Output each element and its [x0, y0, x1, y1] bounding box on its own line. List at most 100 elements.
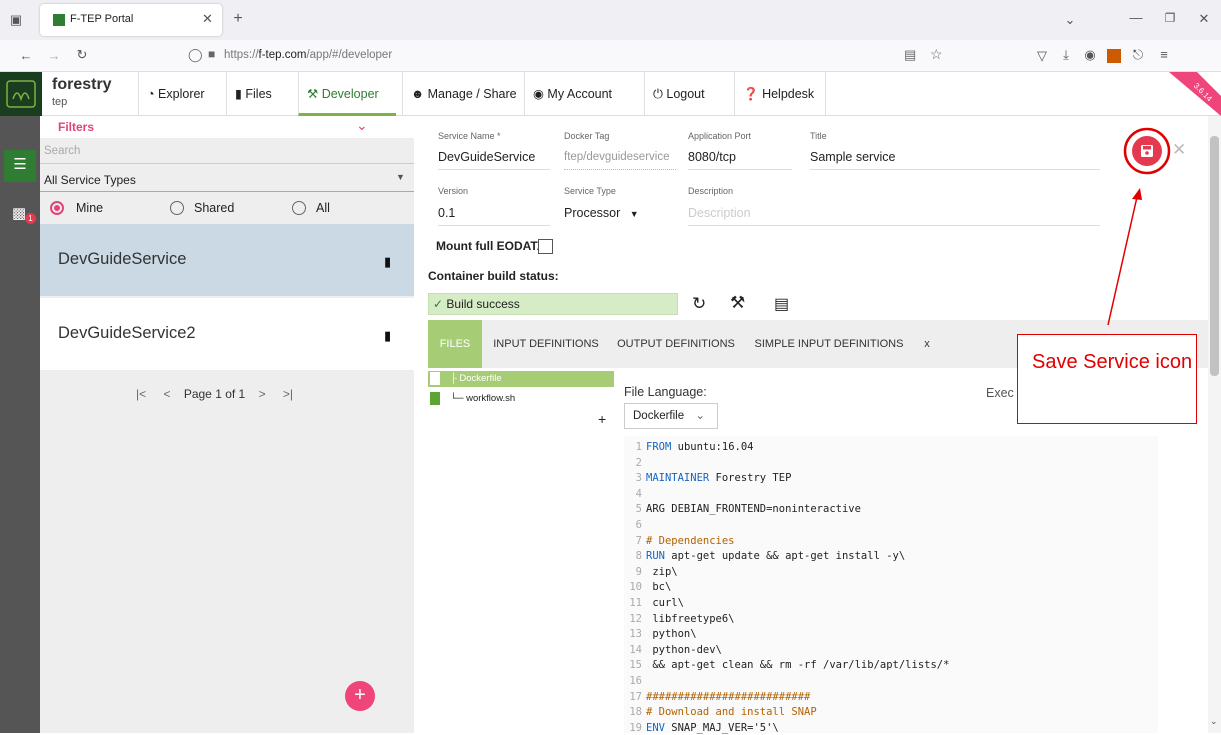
- line-number: 8: [635, 550, 642, 563]
- service-type-select[interactable]: Processor ▼: [564, 202, 676, 226]
- nav-developer-label: Developer: [321, 87, 379, 101]
- pocket-icon[interactable]: ▽: [1034, 48, 1050, 64]
- service-item[interactable]: DevGuideService ▮: [40, 224, 414, 296]
- reload-icon[interactable]: ↻: [74, 47, 90, 63]
- browser-tab[interactable]: F-TEP Portal ✕: [40, 4, 222, 36]
- prev-page-icon[interactable]: <: [163, 387, 170, 401]
- downloads-icon[interactable]: ⤓: [1058, 47, 1074, 63]
- line-number: 10: [629, 581, 642, 594]
- title-field[interactable]: Sample service: [810, 146, 1100, 170]
- save-service-button[interactable]: [1132, 136, 1162, 166]
- nav-manage-share[interactable]: ☻ Manage / Share: [402, 72, 524, 116]
- service-editor: Service Name * DevGuideService Docker Ta…: [414, 116, 1210, 734]
- line-number: 4: [635, 487, 642, 500]
- exec-label: Exec: [986, 386, 1014, 400]
- tab-files[interactable]: FILES: [428, 320, 482, 368]
- add-file-icon[interactable]: +: [598, 411, 606, 427]
- code-text: bc\: [646, 581, 672, 594]
- file-item[interactable]: └─ workflow.sh: [428, 391, 614, 407]
- code-line: 15 && apt-get clean && rm -rf /var/lib/a…: [624, 658, 949, 672]
- rebuild-icon[interactable]: ↻: [692, 294, 706, 314]
- chat-icon[interactable]: ▩: [12, 204, 26, 222]
- tab-output-definitions[interactable]: OUTPUT DEFINITIONS: [610, 320, 742, 368]
- folder-icon: ▮: [235, 87, 242, 101]
- restore-icon[interactable]: ❐: [1162, 11, 1178, 25]
- docker-tag-field: ftep/devguideservice: [564, 146, 676, 170]
- description-field[interactable]: Description: [688, 202, 1100, 226]
- close-tab-icon[interactable]: ✕: [202, 11, 213, 27]
- nav-logout[interactable]: ⏻ Logout: [644, 72, 728, 116]
- nav-explorer-label: Explorer: [158, 87, 205, 101]
- page-scrollbar[interactable]: ⌄: [1208, 116, 1221, 733]
- new-tab-icon[interactable]: +: [230, 10, 246, 28]
- code-text: # Download and install SNAP: [646, 706, 817, 719]
- radio-mine-dot: [54, 205, 60, 211]
- mount-eodata-checkbox[interactable]: [538, 239, 553, 254]
- code-line: 11 curl\: [624, 596, 684, 610]
- code-line: 6: [624, 518, 646, 532]
- chevron-down-icon: ⌄: [695, 410, 705, 422]
- scrollbar-thumb[interactable]: [1210, 136, 1219, 376]
- code-editor[interactable]: 1 FROM ubuntu:16.04 2 3 MAINTAINER Forestry …: [624, 436, 1158, 734]
- user-icon: ☻: [411, 87, 425, 101]
- version-ribbon: 3.6.14: [1169, 72, 1221, 116]
- app-navbar: forestry tep ◔ Explorer ▮ Files ⚒ Develo…: [0, 72, 1221, 116]
- nav-helpdesk[interactable]: ❓ Helpdesk: [734, 72, 826, 116]
- code-text: zip\: [646, 565, 678, 578]
- browser-tab-bar: ▣ F-TEP Portal ✕ + ⌄ — ❐ ✕: [0, 0, 1221, 40]
- nav-my-account[interactable]: ◉ My Account: [524, 72, 638, 116]
- reader-view-icon[interactable]: ▤: [904, 47, 916, 63]
- tab-simple-input-definitions[interactable]: SIMPLE INPUT DEFINITIONS: [746, 320, 912, 368]
- version-field[interactable]: 0.1: [438, 202, 550, 226]
- chevron-down-icon[interactable]: ⌄: [356, 117, 368, 134]
- search-input[interactable]: Search: [40, 140, 414, 164]
- account-icon[interactable]: ◉: [1082, 47, 1098, 63]
- clipboard-icon[interactable]: ▤: [774, 294, 789, 314]
- back-icon[interactable]: ←: [18, 48, 34, 63]
- radio-all-label: All: [316, 201, 330, 215]
- delete-icon[interactable]: ▮: [384, 328, 391, 344]
- logo-mark[interactable]: [0, 72, 42, 116]
- share-icon[interactable]: ⎋: [1130, 47, 1146, 63]
- extension-icon[interactable]: [1107, 49, 1121, 63]
- build-status-badge: ✓ Build success: [428, 293, 678, 315]
- bookmark-star-icon[interactable]: ☆: [930, 46, 943, 63]
- forward-icon[interactable]: →: [46, 48, 62, 63]
- close-icon[interactable]: ✕: [1172, 140, 1186, 160]
- minimize-icon[interactable]: —: [1128, 10, 1144, 25]
- filters-header[interactable]: Filters ⌄: [40, 116, 414, 138]
- close-window-icon[interactable]: ✕: [1196, 11, 1212, 27]
- next-page-icon[interactable]: >: [259, 387, 266, 401]
- nav-developer[interactable]: ⚒ Developer: [298, 72, 396, 116]
- file-language-label: File Language:: [624, 385, 707, 399]
- url-path: /app/#/developer: [306, 49, 393, 61]
- delete-icon[interactable]: ▮: [384, 254, 391, 270]
- radio-all-icon: [292, 201, 306, 215]
- add-service-button[interactable]: +: [345, 681, 375, 711]
- service-name-label: Service Name *: [438, 131, 501, 141]
- tab-list-chevron-icon[interactable]: ⌄: [1062, 12, 1078, 28]
- nav-explorer[interactable]: ◔ Explorer: [138, 72, 224, 116]
- nav-files[interactable]: ▮ Files: [226, 72, 294, 116]
- file-language-select[interactable]: Dockerfile ⌄: [624, 403, 718, 429]
- service-item[interactable]: DevGuideService2 ▮: [40, 298, 414, 370]
- service-name-field[interactable]: DevGuideService: [438, 146, 550, 170]
- url-field[interactable]: ◯ ■ https://f-tep.com/app/#/developer ▤ …: [186, 44, 966, 68]
- file-item-selected[interactable]: ├ Dockerfile: [428, 371, 614, 387]
- wifi-toggle-icon[interactable]: ☰: [4, 150, 36, 182]
- tab-x[interactable]: x: [914, 320, 940, 368]
- service-type-select[interactable]: All Service Types ▼: [40, 168, 414, 192]
- scroll-down-icon[interactable]: ⌄: [1210, 716, 1218, 727]
- tab-overview-icon[interactable]: ▣: [8, 12, 24, 28]
- code-line: 5 ARG DEBIAN_FRONTEND=noninteractive: [624, 502, 861, 516]
- wrench-icon[interactable]: ⚒: [730, 293, 745, 313]
- menu-icon[interactable]: ≡: [1156, 47, 1172, 62]
- first-page-icon[interactable]: |<: [136, 387, 146, 401]
- tab-input-definitions[interactable]: INPUT DEFINITIONS: [484, 320, 608, 368]
- code-line: 4: [624, 487, 646, 501]
- app-port-field[interactable]: 8080/tcp: [688, 146, 792, 170]
- last-page-icon[interactable]: >|: [283, 387, 293, 401]
- wrench-icon: ⚒: [307, 87, 319, 101]
- shield-icon: ◯: [188, 47, 203, 62]
- code-line: 3 MAINTAINER Forestry TEP: [624, 471, 792, 485]
